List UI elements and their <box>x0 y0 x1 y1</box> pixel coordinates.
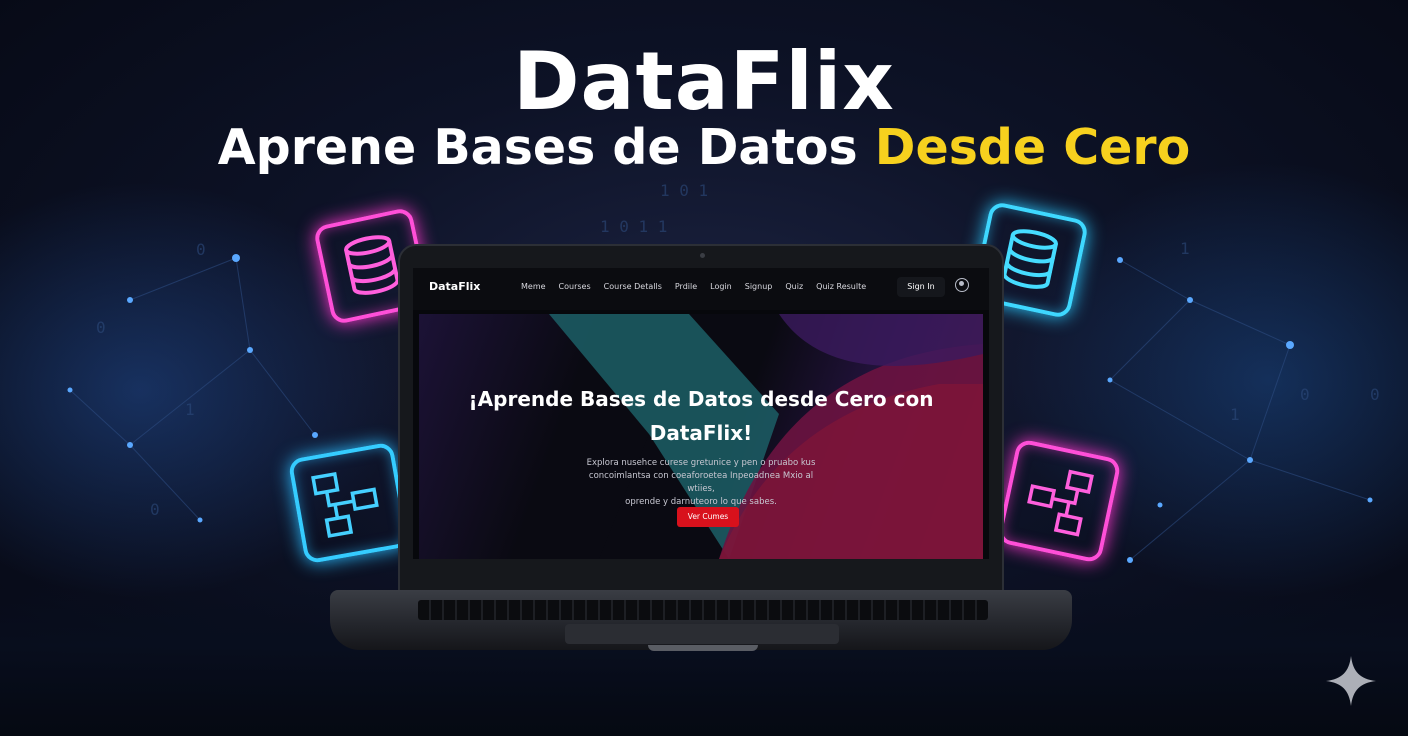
nav-links: Meme Courses Course Detalls Prdile Login… <box>521 282 866 291</box>
hero-title-line-2: DataFlix! <box>649 421 753 445</box>
avatar-icon[interactable] <box>955 278 969 292</box>
hero-title-line-1: ¡Aprende Bases de Datos desde Cero con <box>468 387 934 411</box>
nav-item-quiz[interactable]: Quiz <box>785 282 803 291</box>
nav-item-profile[interactable]: Prdile <box>675 282 697 291</box>
nav-item-login[interactable]: Login <box>710 282 732 291</box>
lid-notch <box>648 645 758 651</box>
nav-item-courses[interactable]: Courses <box>559 282 591 291</box>
keyboard <box>418 600 988 620</box>
sign-in-button[interactable]: Sign In <box>897 277 945 297</box>
nav-item-quiz-results[interactable]: Quiz Resulte <box>816 282 866 291</box>
nav-item-home[interactable]: Meme <box>521 282 546 291</box>
camera-icon <box>700 253 705 258</box>
nav-item-course-details[interactable]: Course Detalls <box>604 282 662 291</box>
laptop: DataFlix Meme Courses Course Detalls Prd… <box>0 0 1408 736</box>
hero-title: ¡Aprende Bases de Datos desde Cero con D… <box>419 382 983 450</box>
laptop-screen: DataFlix Meme Courses Course Detalls Prd… <box>413 268 989 559</box>
trackpad <box>565 624 839 644</box>
hero-desc-line-2: concoimlantsa con coeaforoetea Inpeoadne… <box>588 471 814 494</box>
view-courses-button[interactable]: Ver Cumes <box>677 507 739 527</box>
hero-description: Explora nusehce curese gretunice y pen o… <box>579 457 823 509</box>
nav-item-signup[interactable]: Signup <box>745 282 773 291</box>
hero-section: ¡Aprende Bases de Datos desde Cero con D… <box>419 314 983 559</box>
site-navbar: DataFlix Meme Courses Course Detalls Prd… <box>413 268 989 310</box>
sparkle-icon <box>1326 656 1376 706</box>
site-brand[interactable]: DataFlix <box>429 280 480 293</box>
hero-desc-line-1: Explora nusehce curese gretunice y pen o… <box>586 458 816 468</box>
